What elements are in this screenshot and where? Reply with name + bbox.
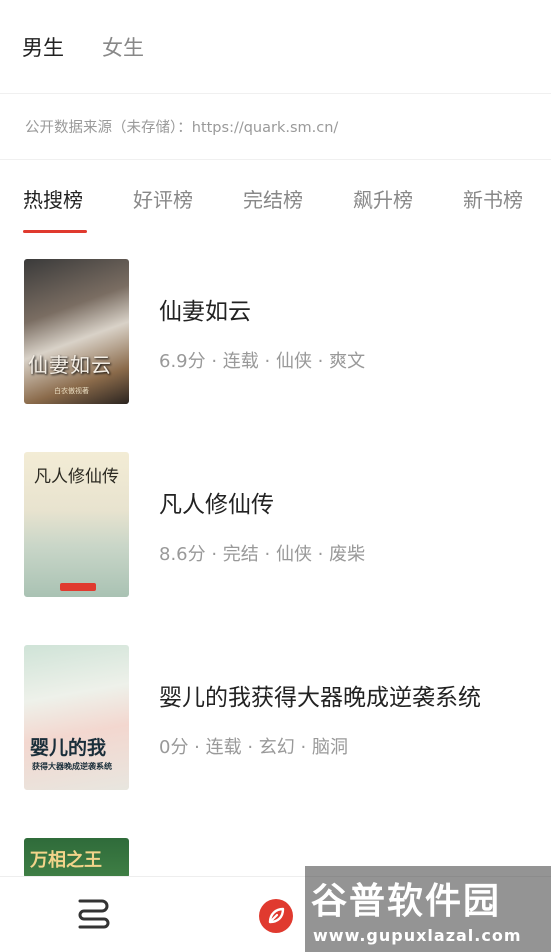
tab-new-books[interactable]: 新书榜: [463, 184, 523, 213]
gender-tabs: 男生 女生: [0, 0, 551, 94]
book-title[interactable]: 凡人修仙传: [159, 485, 274, 519]
tab-rising[interactable]: 飙升榜: [353, 184, 413, 213]
book-cover[interactable]: 凡人修仙传: [24, 452, 129, 597]
book-title[interactable]: 婴儿的我获得大器晚成逆袭系统: [159, 678, 481, 712]
cover-subtitle: 获得大器晚成逆袭系统: [32, 762, 112, 771]
book-cover[interactable]: 仙妻如云 白衣傲视著: [24, 259, 129, 404]
stack-icon[interactable]: [74, 895, 110, 933]
book-meta: 8.6分 · 完结 · 仙侠 · 废柴: [159, 544, 366, 565]
source-notice: 公开数据来源（未存储）：https://quark.sm.cn/: [25, 120, 339, 136]
book-meta: 6.9分 · 连载 · 仙侠 · 爽文: [159, 351, 366, 372]
cover-title: 凡人修仙传: [34, 467, 119, 487]
tab-completed[interactable]: 完结榜: [243, 184, 303, 213]
tab-hot-search[interactable]: 热搜榜: [23, 184, 83, 213]
book-title[interactable]: 仙妻如云: [159, 292, 251, 326]
book-item[interactable]: 凡人修仙传 凡人修仙传 8.6分 · 完结 · 仙侠 · 废柴: [0, 452, 551, 602]
tab-top-rated[interactable]: 好评榜: [133, 184, 193, 213]
tab-female[interactable]: 女生: [102, 32, 144, 62]
book-cover[interactable]: 万相之王: [24, 838, 129, 878]
publisher-badge: [60, 583, 96, 591]
watermark-text: 谷普软件园: [311, 881, 502, 922]
tab-male[interactable]: 男生: [22, 32, 64, 62]
divider: [0, 93, 551, 94]
cover-author: 白衣傲视著: [54, 387, 89, 395]
active-tab-indicator: [23, 230, 87, 233]
book-meta: 0分 · 连载 · 玄幻 · 脑洞: [159, 737, 348, 758]
cover-title: 婴儿的我: [30, 737, 107, 759]
ranking-tabs: 热搜榜 好评榜 完结榜 飙升榜 新书榜: [0, 178, 551, 238]
discover-icon[interactable]: [259, 899, 293, 933]
book-item[interactable]: 仙妻如云 白衣傲视著 仙妻如云 6.9分 · 连载 · 仙侠 · 爽文: [0, 259, 551, 409]
watermark: 谷普软件园 www.gupuxlazal.com: [305, 866, 551, 952]
book-item[interactable]: 婴儿的我 获得大器晚成逆袭系统 婴儿的我获得大器晚成逆袭系统 0分 · 连载 ·…: [0, 645, 551, 795]
book-cover[interactable]: 婴儿的我 获得大器晚成逆袭系统: [24, 645, 129, 790]
watermark-url: www.gupuxlazal.com: [313, 926, 522, 945]
divider: [0, 159, 551, 160]
cover-title: 万相之王: [30, 850, 102, 871]
cover-title: 仙妻如云: [28, 353, 112, 377]
